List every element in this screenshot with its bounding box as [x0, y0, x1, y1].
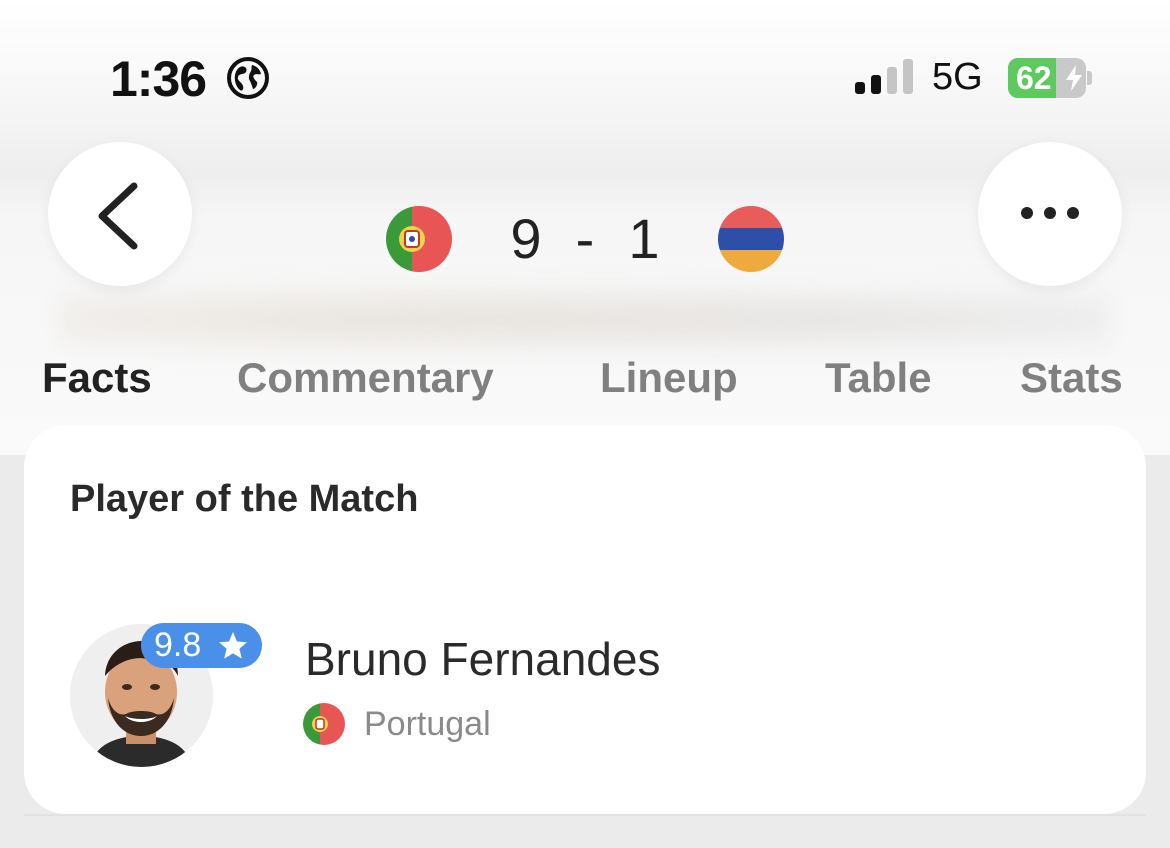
more-options-button[interactable]	[978, 142, 1122, 286]
portugal-flag-icon	[303, 703, 345, 745]
card-title: Player of the Match	[70, 478, 419, 520]
player-name[interactable]: Bruno Fernandes	[305, 632, 660, 686]
rating-value: 9.8	[154, 626, 202, 664]
tab-facts[interactable]: Facts	[42, 350, 152, 406]
away-score: 1	[628, 207, 660, 270]
signal-icon	[855, 58, 915, 98]
star-icon	[217, 630, 249, 662]
portugal-flag-icon	[386, 206, 452, 272]
battery-icon: 62	[1008, 58, 1086, 98]
section-divider	[24, 814, 1146, 816]
score-separator: -	[575, 207, 595, 270]
player-country: Portugal	[364, 705, 491, 743]
network-label: 5G	[932, 56, 983, 98]
home-score: 9	[510, 207, 542, 270]
globe-icon	[226, 56, 270, 100]
status-time: 1:36	[110, 51, 207, 107]
tab-lineup[interactable]: Lineup	[600, 350, 738, 406]
header-blur-band	[60, 280, 1110, 360]
tab-table[interactable]: Table	[825, 350, 932, 406]
tab-commentary[interactable]: Commentary	[237, 350, 494, 406]
rating-badge: 9.8	[141, 623, 262, 668]
bolt-icon	[1064, 64, 1084, 92]
battery-nub	[1087, 71, 1092, 85]
tab-stats[interactable]: Stats	[1020, 350, 1123, 406]
back-button[interactable]	[48, 142, 192, 286]
armenia-flag-icon	[718, 206, 784, 272]
